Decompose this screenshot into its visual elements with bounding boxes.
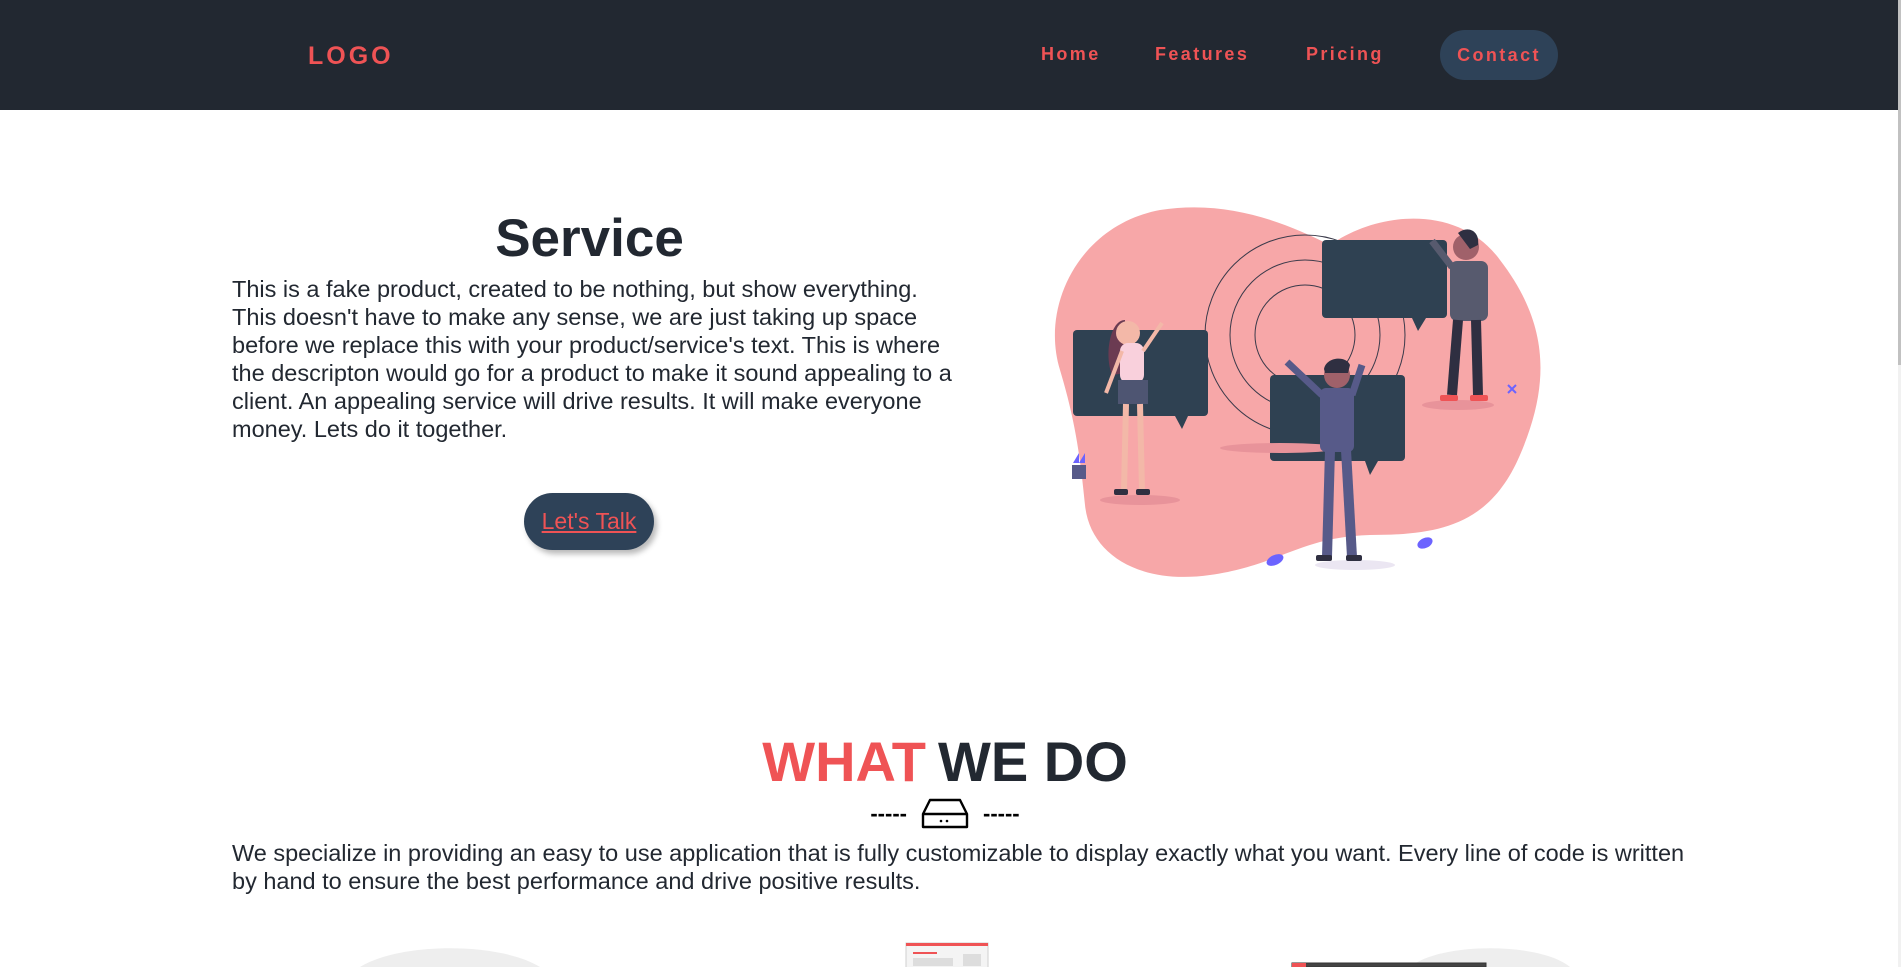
section-description: We specialize in providing an easy to us… [232, 840, 1685, 894]
section-divider: ----- ----- [0, 797, 1890, 831]
nav-contact-button[interactable]: Contact [1440, 30, 1558, 80]
hard-drive-icon [921, 798, 969, 829]
logo[interactable]: LOGO [308, 42, 394, 71]
people-with-speech-bubbles-illustration [1054, 207, 1541, 577]
card-image-peek-center [905, 942, 989, 967]
divider-dashes-left: ----- [870, 801, 907, 826]
hero-description: This is a fake product, created to be no… [232, 276, 952, 442]
nav-home-link[interactable]: Home [1041, 44, 1101, 65]
section-title-accent: WHAT [762, 730, 927, 793]
divider-dashes-right: ----- [983, 801, 1020, 826]
section-title: WHAT WE DO [0, 730, 1890, 794]
page: LOGO Home Features Pricing Contact Servi… [0, 0, 1898, 967]
lets-talk-button[interactable]: Let's Talk [524, 493, 654, 550]
section-title-main: WE DO [938, 730, 1128, 793]
top-nav: LOGO Home Features Pricing Contact [0, 0, 1898, 110]
nav-pricing-link[interactable]: Pricing [1306, 44, 1384, 65]
hero-title: Service [495, 209, 684, 268]
nav-features-link[interactable]: Features [1155, 44, 1249, 65]
card-image-peek-right [1291, 948, 1570, 967]
card-image-peek-left [360, 948, 540, 967]
